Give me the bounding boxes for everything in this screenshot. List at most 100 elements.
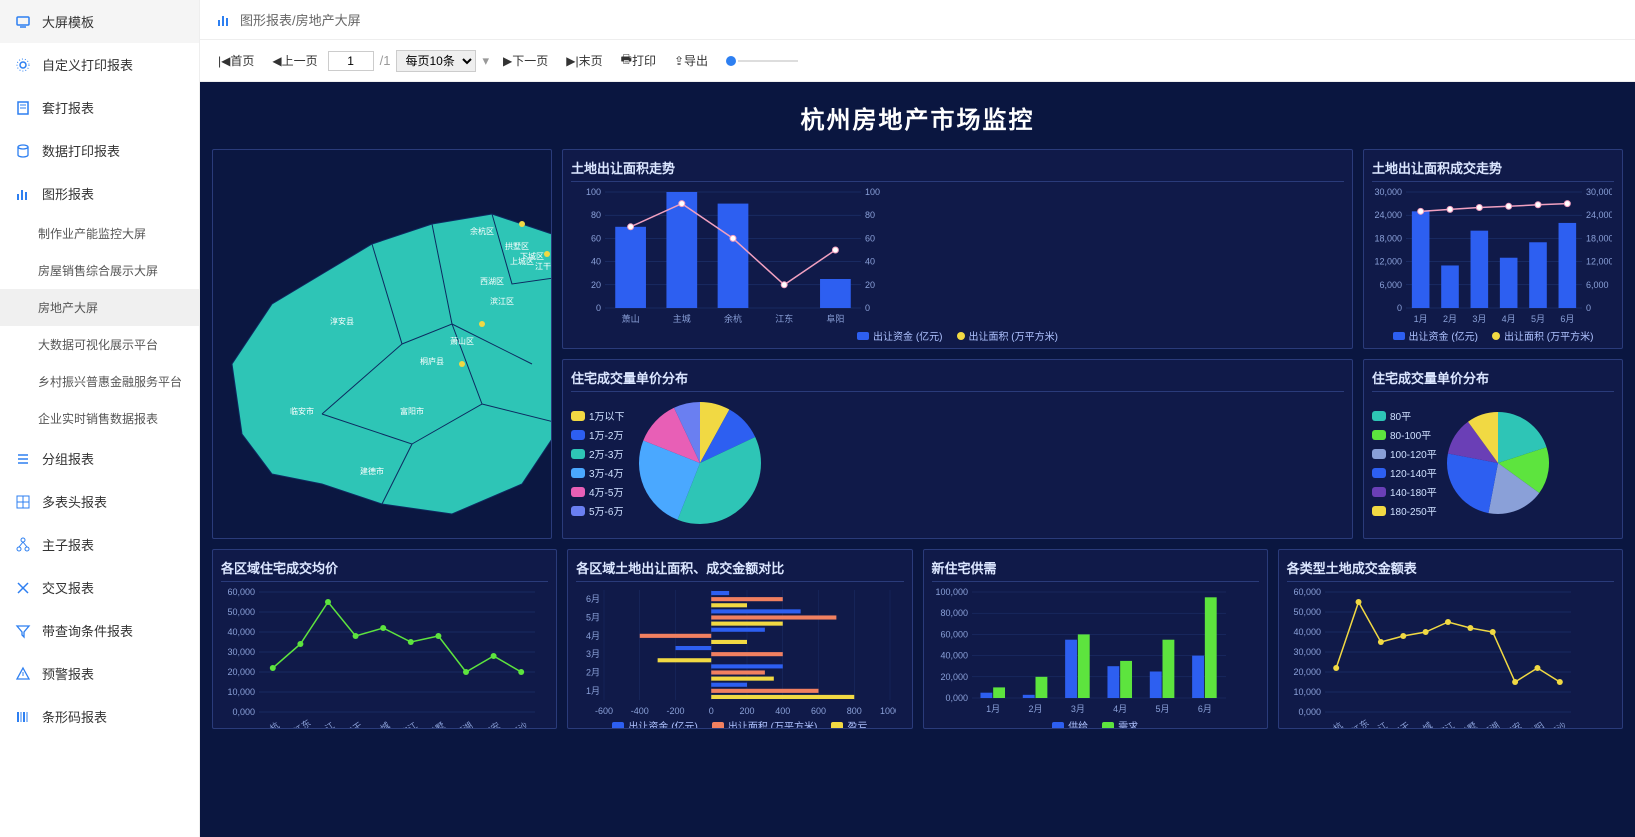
- svg-text:-400: -400: [631, 706, 649, 716]
- svg-text:100: 100: [865, 187, 880, 197]
- zoom-slider-track[interactable]: [738, 60, 798, 62]
- svg-text:萧山: 萧山: [622, 313, 640, 324]
- export-button[interactable]: ⇪ 导出: [666, 48, 716, 73]
- svg-text:拱墅: 拱墅: [426, 719, 447, 729]
- panel-supply: 新住宅供需 0,00020,00040,00060,00080,000100,0…: [923, 549, 1268, 729]
- first-page-button[interactable]: |◀ 首页: [210, 48, 262, 73]
- panel-title: 各区域土地出让面积、成交金额对比: [576, 558, 903, 582]
- list-icon: [14, 450, 32, 468]
- last-page-button[interactable]: ▶| 末页: [558, 48, 610, 73]
- svg-text:西湖区: 西湖区: [480, 277, 504, 286]
- svg-text:60: 60: [591, 233, 601, 243]
- sidebar-sub-item[interactable]: 乡村振兴普惠金融服务平台: [0, 363, 199, 400]
- panel-land-area: 土地出让面积走势 002020404060608080100100萧山主城余杭江…: [562, 149, 1353, 349]
- page-input[interactable]: [328, 51, 374, 71]
- sidebar-label: 自定义打印报表: [42, 55, 133, 74]
- next-page-button[interactable]: ▶ 下一页: [495, 48, 556, 73]
- svg-text:10,000: 10,000: [227, 687, 255, 697]
- svg-text:50,000: 50,000: [1293, 607, 1321, 617]
- sidebar-label: 带查询条件报表: [42, 621, 133, 640]
- svg-text:滨江区: 滨江区: [490, 296, 514, 306]
- svg-text:100: 100: [586, 187, 601, 197]
- svg-text:下沙: 下沙: [1548, 720, 1568, 729]
- sidebar-item[interactable]: 图形报表: [0, 172, 199, 215]
- sidebar-item[interactable]: 数据打印报表: [0, 129, 199, 172]
- svg-text:西湖: 西湖: [454, 720, 474, 729]
- svg-text:0,000: 0,000: [945, 693, 968, 703]
- svg-text:西湖: 西湖: [1481, 720, 1501, 729]
- pagesize-select[interactable]: 每页10条: [396, 50, 476, 72]
- svg-text:18,000: 18,000: [1586, 233, 1612, 243]
- legend-item: 1万-2万: [571, 427, 625, 442]
- warn-icon: [14, 665, 32, 683]
- panel-title: 新住宅供需: [932, 558, 1259, 582]
- sidebar-sub-item[interactable]: 大数据可视化展示平台: [0, 326, 199, 363]
- sidebar-item[interactable]: 多表头报表: [0, 480, 199, 523]
- sidebar-item[interactable]: 条形码报表: [0, 695, 199, 738]
- sidebar-sub-item[interactable]: 房屋销售综合展示大屏: [0, 252, 199, 289]
- panel-area-dist: 住宅成交量单价分布 80平80-100平100-120平120-140平140-…: [1363, 359, 1623, 539]
- sidebar-sub-item[interactable]: 房地产大屏: [0, 289, 199, 326]
- svg-text:淳安县: 淳安县: [330, 316, 354, 326]
- svg-text:0: 0: [596, 303, 601, 313]
- svg-text:400: 400: [775, 706, 790, 716]
- svg-text:10,000: 10,000: [1293, 687, 1321, 697]
- svg-text:余杭: 余杭: [260, 719, 281, 729]
- svg-text:600: 600: [811, 706, 826, 716]
- sidebar-label: 数据打印报表: [42, 141, 120, 160]
- svg-text:1月: 1月: [986, 704, 1000, 714]
- panel-price-dist: 住宅成交量单价分布 1万以下1万-2万2万-3万3万-4万4万-5万5万-6万: [562, 359, 1353, 539]
- svg-text:30,000: 30,000: [227, 647, 255, 657]
- panel-map: 余杭区拱墅区西湖区下城区江干区上城区滨江区萧山区富阳市临安市建德市桐庐县淳安县: [212, 149, 552, 539]
- sidebar-sub-item[interactable]: 企业实时销售数据报表: [0, 400, 199, 437]
- sidebar-item[interactable]: 预警报表: [0, 652, 199, 695]
- svg-text:24,000: 24,000: [1586, 210, 1612, 220]
- sidebar-item[interactable]: 自定义打印报表: [0, 43, 199, 86]
- svg-text:余杭区: 余杭区: [470, 226, 494, 236]
- svg-text:拱墅区: 拱墅区: [505, 241, 529, 251]
- sidebar-item[interactable]: 主子报表: [0, 523, 199, 566]
- svg-text:20,000: 20,000: [1293, 667, 1321, 677]
- svg-text:60,000: 60,000: [940, 629, 968, 639]
- toolbar: |◀ 首页 ◀ 上一页 /1 每页10条 ▾ ▶ 下一页 ▶| 末页 🖶 打印 …: [200, 40, 1635, 82]
- gear-icon: [14, 56, 32, 74]
- legend-item: 5万-6万: [571, 503, 625, 518]
- svg-text:0: 0: [709, 706, 714, 716]
- svg-text:0,000: 0,000: [232, 707, 255, 717]
- svg-text:阜阳: 阜阳: [1525, 719, 1546, 729]
- sidebar-label: 主子报表: [42, 535, 94, 554]
- sidebar-item[interactable]: 分组报表: [0, 437, 199, 480]
- panel-title: 土地出让面积成交走势: [1372, 158, 1614, 182]
- svg-text:富阳市: 富阳市: [400, 406, 424, 416]
- svg-text:上城: 上城: [371, 720, 391, 729]
- main-area: 图形报表/房地产大屏 |◀ 首页 ◀ 上一页 /1 每页10条 ▾ ▶ 下一页 …: [200, 0, 1635, 837]
- sidebar-item[interactable]: 大屏模板: [0, 0, 199, 43]
- svg-text:40: 40: [591, 257, 601, 267]
- legend-item: 80平: [1372, 408, 1437, 423]
- svg-text:萧山区: 萧山区: [450, 336, 474, 346]
- zoom-slider-thumb[interactable]: [726, 56, 736, 66]
- grid-icon: [14, 493, 32, 511]
- chart-icon: [216, 12, 232, 28]
- sidebar-label: 预警报表: [42, 664, 94, 683]
- svg-text:江东: 江东: [775, 313, 793, 324]
- sidebar-sub-item[interactable]: 制作业产能监控大屏: [0, 215, 199, 252]
- svg-text:20,000: 20,000: [940, 672, 968, 682]
- svg-text:之江: 之江: [315, 719, 336, 729]
- svg-text:大江东: 大江东: [1342, 717, 1370, 729]
- panel-title: 各区域住宅成交均价: [221, 558, 548, 582]
- svg-text:6月: 6月: [586, 594, 600, 604]
- breadcrumb-text: 图形报表/房地产大屏: [240, 10, 361, 29]
- sidebar-item[interactable]: 交叉报表: [0, 566, 199, 609]
- svg-text:0: 0: [1397, 303, 1402, 313]
- svg-text:1月: 1月: [1414, 314, 1428, 324]
- prev-page-button[interactable]: ◀ 上一页: [264, 48, 325, 73]
- svg-text:20,000: 20,000: [227, 667, 255, 677]
- page-total: /1: [380, 53, 391, 68]
- svg-text:1000: 1000: [880, 706, 896, 716]
- sidebar-item[interactable]: 套打报表: [0, 86, 199, 129]
- svg-text:2月: 2月: [586, 668, 600, 678]
- barcode-icon: [14, 708, 32, 726]
- sidebar-item[interactable]: 带查询条件报表: [0, 609, 199, 652]
- print-button[interactable]: 🖶 打印: [613, 46, 664, 75]
